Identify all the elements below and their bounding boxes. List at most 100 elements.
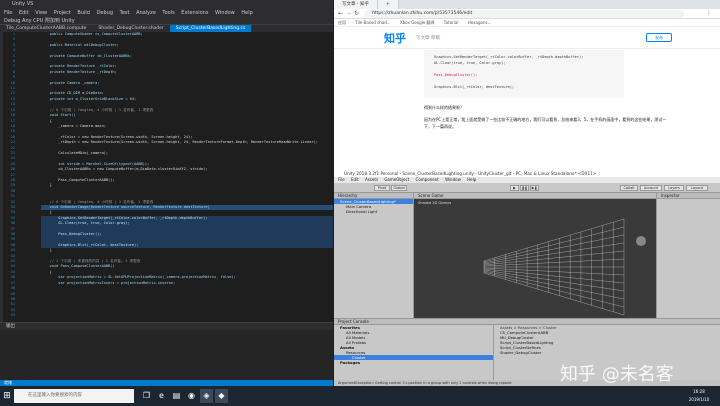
url-input[interactable]: https://zhuanlan.zhihu.com/p/53573546/ed… <box>364 10 684 18</box>
code-text[interactable]: public ComputeShader cs_ComputeClusterAA… <box>41 32 333 322</box>
unity-window: Unity 2018.3.2f1 Personal - Scene_Cluste… <box>334 170 720 386</box>
vs-tab-shader[interactable]: Shader_DebugCluster.shader <box>92 25 169 32</box>
edge-icon[interactable]: e <box>155 389 168 403</box>
unity-menu-component[interactable]: Component <box>416 177 439 182</box>
address-bar-row: ← → ↻ https://zhuanlan.zhihu.com/p/53573… <box>334 9 720 19</box>
code-line[interactable]: _rtDepth = new RenderTexture(Screen.widt… <box>41 140 333 145</box>
pause-button[interactable]: ❚❚ <box>520 185 529 191</box>
unity-title-bar: Unity 2018.3.2f1 Personal - Scene_Cluste… <box>334 170 720 177</box>
zhihu-watermark: 知乎 @未名客 <box>560 364 674 385</box>
vs-menu-window[interactable]: Window <box>215 10 235 16</box>
chrome-icon[interactable]: ◉ <box>185 389 198 403</box>
unity-menu-gameobject[interactable]: GameObject <box>384 177 409 182</box>
vs-menu-analyze[interactable]: Analyze <box>136 10 156 16</box>
windows-start-icon[interactable]: ⊞ <box>0 386 14 406</box>
zhihu-header: 知乎 写文章 草稿 发布 <box>334 27 720 49</box>
unity-menu-file[interactable]: File <box>338 177 345 182</box>
vs-tab-strip: Tile_ComputeClusterAABB.compute Shader_De… <box>0 25 333 32</box>
vs-toolbar-text[interactable]: Debug Any CPU 附加到 Unity <box>4 18 75 24</box>
unity-menu-assets[interactable]: Assets <box>365 177 378 182</box>
code-editor[interactable]: 1 2 3 4 5 6 7 8 9 10 11 12 13 14 15 16 17 18 19 20 21 22 23 24 2… <box>3 32 333 322</box>
browser-tab-zhihu[interactable]: 写文章 - 知乎 <box>334 0 378 9</box>
vs-menu-test[interactable]: Test <box>120 10 130 16</box>
article-code-block: Graphics.SetRenderTarget(_rtColor.colorB… <box>424 50 624 98</box>
pivot-button[interactable]: Pivot <box>374 185 390 191</box>
scene-view[interactable]: Scene Game Shaded 2D Gizmos <box>414 193 656 318</box>
output-title: 输出 <box>0 323 333 330</box>
cluster-ray-line <box>483 226 625 263</box>
unity-menu-edit[interactable]: Edit <box>351 177 359 182</box>
cluster-ray-line <box>483 258 625 267</box>
vs-menu-help[interactable]: Help <box>241 10 252 16</box>
cluster-ray-line <box>483 272 625 316</box>
new-tab-button[interactable]: + <box>377 0 399 9</box>
project-file[interactable]: Shader_DebugCluster <box>494 350 720 355</box>
vs-menu-debug[interactable]: Debug <box>97 10 113 16</box>
clock-time: 16:28 <box>693 389 705 394</box>
back-icon[interactable]: ← <box>338 10 343 17</box>
vs-tab-compute[interactable]: Tile_ComputeClusterAABB.compute <box>0 25 92 32</box>
bookmark-2[interactable]: Xbox Google 翻译 <box>400 20 435 25</box>
unity-menu-window[interactable]: Window <box>445 177 461 182</box>
vs-tab-script[interactable]: Script_ClusterBasedLighting.cs <box>169 25 252 32</box>
forward-icon[interactable]: → <box>346 10 351 17</box>
cluster-ray-line <box>483 268 625 284</box>
zhihu-nav[interactable]: 写文章 草稿 <box>416 35 440 41</box>
vs-menu-file[interactable]: File <box>4 10 12 16</box>
layers-dropdown[interactable]: Layers <box>664 185 684 191</box>
collab-button[interactable]: Collab <box>620 185 638 191</box>
vs-status-text: 就绪 <box>4 380 12 385</box>
cluster-ray-line <box>483 269 625 292</box>
vs-toolbar: Debug Any CPU 附加到 Unity <box>0 17 333 25</box>
menu-icon[interactable]: ⋮ <box>706 10 712 17</box>
scene-gizmo-icon[interactable] <box>636 236 646 246</box>
bookmark-3[interactable]: Tutorial <box>444 20 459 25</box>
taskbar: ⊞ 在这里输入你要搜索的内容 ❐ e ▤ ◉ ◈ ◆ 16:28 2019/1/… <box>0 386 720 406</box>
vs-menu-tools[interactable]: Tools <box>162 10 174 16</box>
line-number: 53 <box>10 313 15 318</box>
project-tree: Favorites All Materials All Models All P… <box>334 325 494 381</box>
vs-title-bar: Unity VS <box>0 0 333 9</box>
cluster-ray-line <box>483 218 625 262</box>
hierarchy-panel: Hierarchy Scene_ClusterBasedLighting* Ma… <box>334 193 414 318</box>
hierarchy-item[interactable]: Directional Light <box>334 209 413 214</box>
taskbar-clock[interactable]: 16:28 2019/1/10 <box>680 388 718 404</box>
file-explorer-icon[interactable]: ▤ <box>170 389 183 403</box>
layout-dropdown[interactable]: Layout <box>686 185 708 191</box>
account-button[interactable]: Account <box>640 185 662 191</box>
clock-date: 2019/1/10 <box>688 397 710 402</box>
step-button[interactable]: ▶❚ <box>530 185 539 191</box>
zhihu-logo[interactable]: 知乎 <box>384 30 406 46</box>
reload-icon[interactable]: ↻ <box>354 10 359 17</box>
task-view-icon[interactable]: ❐ <box>140 389 153 403</box>
vs-menu-extensions[interactable]: Extensions <box>181 10 208 16</box>
bookmark-4[interactable]: Hexagons... <box>468 20 492 25</box>
article-body[interactable]: Graphics.SetRenderTarget(_rtColor.colorB… <box>424 50 704 168</box>
bookmark-apps[interactable]: 应用 <box>338 20 346 25</box>
taskbar-search[interactable]: 在这里输入你要搜索的内容 <box>14 389 134 403</box>
line-numbers: 1 2 3 4 5 6 7 8 9 10 11 12 13 14 15 16 17 18 19 20 21 22 23 24 2… <box>3 32 17 322</box>
vs-menu-view[interactable]: View <box>35 10 47 16</box>
vs-menu-bar: File Edit View Project Build Debug Test … <box>0 9 333 17</box>
project-tree-item[interactable]: Packages <box>334 360 493 365</box>
inspector-header[interactable]: Inspector <box>657 193 720 199</box>
publish-button[interactable]: 发布 <box>646 33 672 42</box>
code-line[interactable] <box>41 313 333 318</box>
cluster-ray-line <box>483 267 625 276</box>
article-code-line: Graphics.Blit(_rtColor, destTexture); <box>434 85 515 89</box>
global-button[interactable]: Global <box>391 185 407 191</box>
visual-studio-window: Unity VS File Edit View Project Build De… <box>0 0 333 387</box>
bookmark-1[interactable]: Tile-Based shad... <box>355 20 390 25</box>
inspector-panel: Inspector <box>656 193 720 318</box>
cluster-ray-line <box>483 234 625 264</box>
vs-menu-project[interactable]: Project <box>54 10 71 16</box>
vs-menu-edit[interactable]: Edit <box>19 10 29 16</box>
visual-studio-icon[interactable]: ◈ <box>200 389 213 403</box>
unity-menu-help[interactable]: Help <box>467 177 476 182</box>
unity-icon[interactable]: ◆ <box>215 389 228 403</box>
unity-toolbar: Pivot Global ▶ ❚❚ ▶❚ Collab Account Laye… <box>334 183 720 193</box>
cluster-ray-line <box>483 271 625 308</box>
cluster-ray-line <box>483 242 625 265</box>
vs-menu-build[interactable]: Build <box>77 10 90 16</box>
play-button[interactable]: ▶ <box>510 185 519 191</box>
